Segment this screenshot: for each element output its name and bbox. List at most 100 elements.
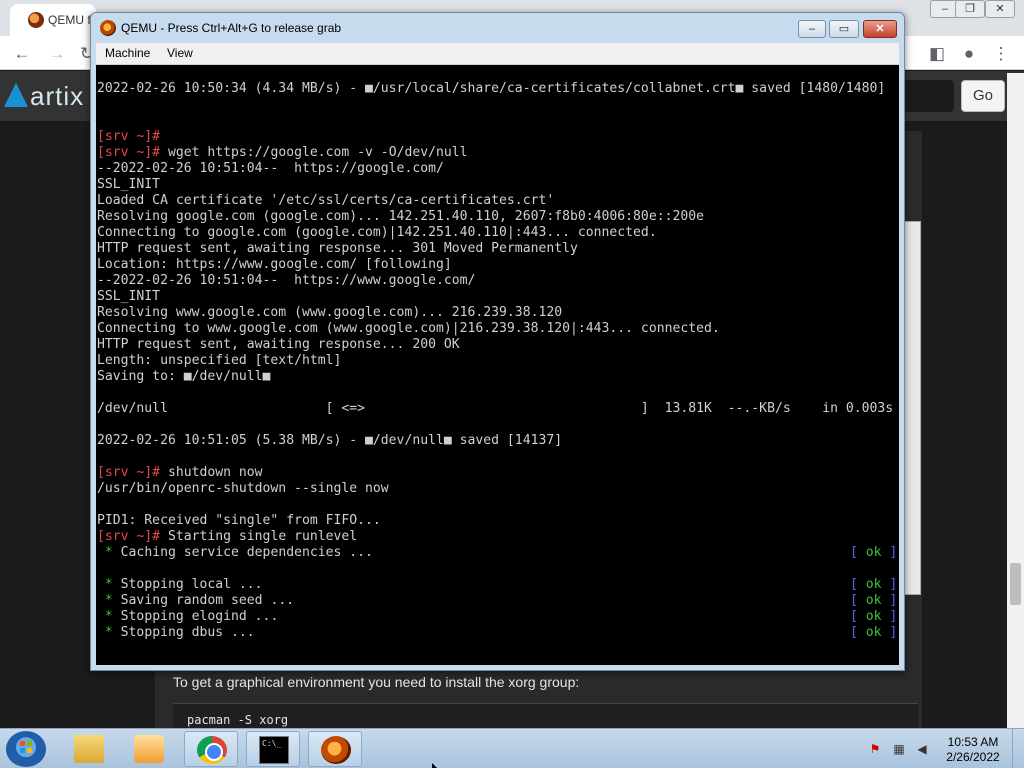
install-instructions: To get a graphical environment you need … [173,674,580,690]
terminal-line: Saving to: ■/dev/null■ [97,369,271,384]
terminal-line: [srv ~]# [97,129,893,145]
browser-scrollbar[interactable] [1007,73,1024,728]
qemu-icon [100,20,116,36]
terminal-line: Loaded CA certificate '/etc/ssl/certs/ca… [97,193,555,208]
system-clock[interactable]: 10:53 AM 2/26/2022 [938,735,1008,765]
terminal-line: * Caching service dependencies ...[ ok ] [97,545,898,560]
qemu-window: QEMU - Press Ctrl+Alt+G to release grab … [90,12,905,671]
qemu-title: QEMU - Press Ctrl+Alt+G to release grab [121,21,342,35]
network-icon[interactable]: ▦ [892,742,906,756]
service-bullet: * [97,625,113,640]
terminal-output: 2022-02-26 10:50:34 (4.34 MB/s) - ■/usr/… [97,81,898,641]
clock-time: 10:53 AM [947,735,999,749]
ok-status: [ ok ] [850,577,898,592]
menu-view[interactable]: View [167,46,193,60]
scrollbar-thumb[interactable] [1010,563,1021,605]
terminal-line: --2022-02-26 10:51:04-- https://www.goog… [97,273,476,288]
shell-prompt: [srv ~]# [97,129,161,144]
terminal-line: HTTP request sent, awaiting response... … [97,241,578,256]
page-inner-scrollbar[interactable] [903,221,921,595]
terminal-line: Resolving google.com (google.com)... 142… [97,209,704,224]
shell-prompt: [srv ~]# [97,145,161,160]
volume-icon[interactable]: ◀ [915,742,929,756]
terminal-line: [srv ~]# Starting single runlevel [97,529,358,544]
terminal-line: * Stopping dbus ...[ ok ] [97,625,898,640]
sidebar-icon[interactable]: ◧ [926,43,948,65]
qemu-display[interactable]: 2022-02-26 10:50:34 (4.34 MB/s) - ■/usr/… [96,65,899,665]
action-center-icon[interactable]: ⚑ [868,742,882,756]
ok-status: [ ok ] [850,609,898,624]
qemu-minimize-button[interactable]: – [798,20,826,38]
ok-status: [ ok ] [850,593,898,608]
service-bullet: * [97,545,113,560]
chrome-icon [197,736,227,764]
terminal-line: HTTP request sent, awaiting response... … [97,337,460,352]
back-arrow-icon[interactable]: ← [11,43,33,65]
windows-logo-icon [20,741,32,753]
media-player-icon [134,735,164,763]
qemu-taskbar-icon [321,736,351,764]
terminal-line: PID1: Received "single" from FIFO... [97,513,381,528]
taskbar: C:\_ ⚑ ▦ ◀ 10:53 AM 2/26/2022 [0,728,1024,768]
terminal-line: Location: https://www.google.com/ [follo… [97,257,452,272]
ok-status: [ ok ] [850,545,898,560]
forward-arrow-icon[interactable]: → [46,43,68,65]
cmd-icon: C:\_ [259,736,289,764]
terminal-line: [srv ~]# shutdown now [97,465,263,480]
terminal-line: * Saving random seed ...[ ok ] [97,593,898,608]
shell-prompt: [srv ~]# [97,465,161,480]
ok-status: [ ok ] [850,625,898,640]
artix-logo-icon [4,83,28,107]
taskbar-chrome[interactable] [184,731,238,767]
terminal-line: Connecting to www.google.com (www.google… [97,321,720,336]
shell-prompt: [srv ~]# [97,529,161,544]
browser-tab[interactable]: QEMU fo [10,4,96,36]
taskbar-explorer[interactable] [62,731,116,767]
terminal-line: Connecting to google.com (google.com)|14… [97,225,657,240]
service-bullet: * [97,577,113,592]
go-button[interactable]: Go [961,80,1005,112]
terminal-line: Length: unspecified [text/html] [97,353,342,368]
terminal-line: 2022-02-26 10:51:05 (5.38 MB/s) - ■/dev/… [97,433,563,448]
profile-avatar-icon[interactable]: ● [958,43,980,65]
clock-date: 2/26/2022 [946,750,1000,764]
show-desktop-button[interactable] [1012,729,1024,768]
qemu-maximize-button[interactable]: ▭ [829,20,859,38]
site-search-input[interactable] [900,80,954,112]
menu-machine[interactable]: Machine [105,46,150,60]
terminal-line: --2022-02-26 10:51:04-- https://google.c… [97,161,444,176]
menu-kebab-icon[interactable]: ⋮ [990,43,1012,65]
browser-maximize-button[interactable]: ❐ [955,0,985,18]
service-bullet: * [97,593,113,608]
terminal-line: * Stopping local ...[ ok ] [97,577,898,592]
browser-tab-title: QEMU fo [48,13,96,27]
terminal-line: SSL_INIT [97,289,161,304]
qemu-titlebar[interactable]: QEMU - Press Ctrl+Alt+G to release grab … [91,13,904,43]
terminal-line: /dev/null [ <=> ] 13.81K --.-KB/s in 0.0… [97,401,894,416]
browser-close-button[interactable]: ✕ [985,0,1015,18]
taskbar-qemu[interactable] [308,731,362,767]
artix-logo[interactable]: artix [4,81,84,112]
folder-icon [74,735,104,763]
taskbar-cmd[interactable]: C:\_ [246,731,300,767]
qemu-menubar: Machine View [96,43,899,65]
qemu-close-button[interactable]: ✕ [863,20,897,38]
terminal-line: /usr/bin/openrc-shutdown --single now [97,481,389,496]
taskbar-media-player[interactable] [122,731,176,767]
start-button[interactable] [6,731,46,767]
terminal-line: SSL_INIT [97,177,161,192]
terminal-line: [srv ~]# wget https://google.com -v -O/d… [97,145,468,160]
service-bullet: * [97,609,113,624]
mouse-cursor-icon [432,763,437,768]
terminal-line: 2022-02-26 10:50:34 (4.34 MB/s) - ■/usr/… [97,81,886,96]
qemu-favicon-icon [28,12,44,28]
terminal-line: Resolving www.google.com (www.google.com… [97,305,563,320]
terminal-line: * Stopping elogind ...[ ok ] [97,609,898,624]
